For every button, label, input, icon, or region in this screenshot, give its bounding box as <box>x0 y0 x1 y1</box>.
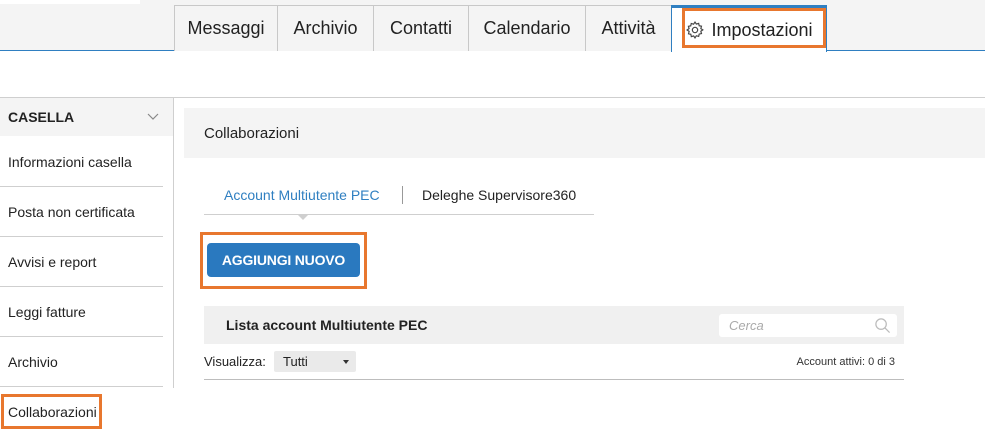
list-header: Lista account Multiutente PEC <box>204 306 904 344</box>
tab-attivita[interactable]: Attività <box>585 5 672 51</box>
tab-label: Calendario <box>483 18 571 38</box>
tab-calendario[interactable]: Calendario <box>468 5 586 51</box>
subtab-deleghe-supervisore360[interactable]: Deleghe Supervisore360 <box>422 187 576 203</box>
tab-label: Archivio <box>293 18 358 38</box>
sidebar-header-label: CASELLA <box>8 109 75 125</box>
gear-icon <box>686 21 705 39</box>
subtabs: Account Multiutente PEC Deleghe Supervis… <box>204 177 594 220</box>
sidebar-item-archivio[interactable]: Archivio <box>0 337 163 387</box>
sidebar-item-collaborazioni[interactable]: Collaborazioni <box>0 387 163 437</box>
filter-row: Visualizza: Tutti Account attivi: 0 di 3 <box>204 350 904 380</box>
sidebar-item-label: Informazioni casella <box>8 153 132 170</box>
sidebar-item-avvisi-e-report[interactable]: Avvisi e report <box>0 237 163 287</box>
sidebar-item-label: Leggi fatture <box>8 303 86 320</box>
page-title: Collaborazioni <box>204 124 300 142</box>
tab-contatti[interactable]: Contatti <box>373 5 469 51</box>
filter-select[interactable]: Tutti <box>274 351 356 372</box>
account-count: Account attivi: 0 di 3 <box>796 356 895 368</box>
list-title: Lista account Multiutente PEC <box>226 317 428 333</box>
top-navigation: Messaggi Archivio Contatti Calendario At… <box>0 0 985 52</box>
sidebar-item-posta-non-certificata[interactable]: Posta non certificata <box>0 187 163 237</box>
tab-label: Contatti <box>389 18 453 38</box>
tab-messaggi[interactable]: Messaggi <box>174 5 278 51</box>
chevron-down-icon <box>147 113 159 120</box>
sidebar-item-label: Archivio <box>8 353 58 370</box>
search-box <box>719 314 897 337</box>
top-tabs: Messaggi Archivio Contatti Calendario At… <box>174 5 827 52</box>
tab-label: Messaggi <box>187 18 265 38</box>
tab-label: Attività <box>601 18 656 38</box>
sidebar: CASELLA Informazioni casella Posta non c… <box>0 98 174 434</box>
page-title-bar: Collaborazioni <box>184 108 985 158</box>
filter-label: Visualizza: <box>204 354 266 369</box>
sidebar-item-label: Posta non certificata <box>8 203 135 220</box>
tab-label: Impostazioni <box>711 19 813 40</box>
search-input[interactable] <box>719 314 859 337</box>
search-icon[interactable] <box>874 317 891 334</box>
tab-impostazioni[interactable]: Impostazioni <box>671 5 827 52</box>
sidebar-item-leggi-fatture[interactable]: Leggi fatture <box>0 287 163 337</box>
active-subtab-indicator <box>297 214 309 220</box>
sidebar-item-label: Avvisi e report <box>8 253 97 270</box>
sidebar-item-label: Collaborazioni <box>8 404 97 420</box>
subtab-separator <box>402 186 403 204</box>
sidebar-item-informazioni-casella[interactable]: Informazioni casella <box>0 137 163 187</box>
sidebar-header[interactable]: CASELLA <box>0 98 173 136</box>
subtab-account-multiutente-pec[interactable]: Account Multiutente PEC <box>224 187 380 203</box>
filter-value: Tutti <box>283 354 308 369</box>
add-new-button[interactable]: AGGIUNGI NUOVO <box>207 243 360 277</box>
tab-archivio[interactable]: Archivio <box>277 5 374 51</box>
caret-down-icon <box>343 360 349 364</box>
